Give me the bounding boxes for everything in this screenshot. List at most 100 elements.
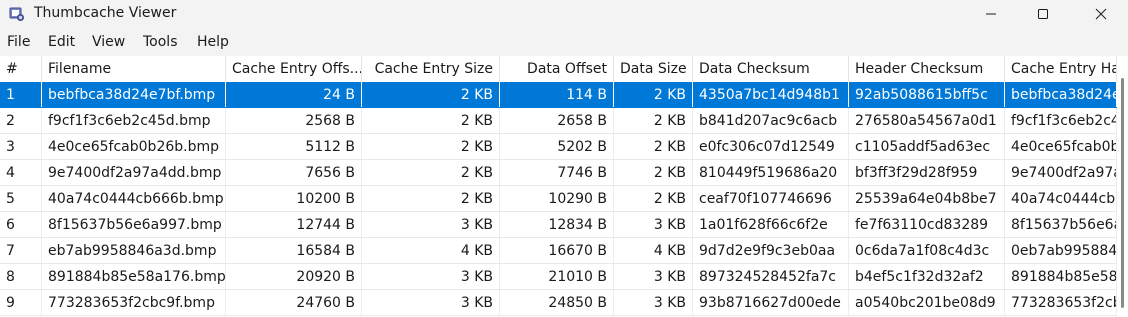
cell-filename: 8f15637b56e6a997.bmp (42, 212, 226, 237)
table-row[interactable]: 3 4e0ce65fcab0b26b.bmp 5112 B2 KB 5202 B2 K… (0, 134, 1117, 160)
cell-data-checksum: b841d207ac9c6acb (693, 108, 849, 133)
table-row[interactable]: 8 891884b85e58a176.bmp 20920 B3 KB 21010 B3… (0, 264, 1117, 290)
cell-cache-entry-size: 2 KB (362, 134, 500, 159)
header-col-index[interactable]: # (0, 56, 42, 82)
table-row[interactable]: 5 40a74c0444cb666b.bmp 10200 B2 KB 10290 B2… (0, 186, 1117, 212)
cell-index: 3 (0, 134, 42, 159)
cell-cache-entry-offset: 16584 B (226, 238, 362, 263)
menu-edit[interactable]: Edit (48, 34, 75, 50)
header-col-cache-entry-offset[interactable]: Cache Entry Offs... (226, 56, 362, 82)
menu-tools[interactable]: Tools (143, 34, 178, 50)
cell-data-checksum: 93b8716627d00ede (693, 290, 849, 315)
cell-header-checksum: a0540bc201be08d9 (849, 290, 1005, 315)
cell-data-checksum: 1a01f628f66c6f2e (693, 212, 849, 237)
table-header: # Filename Cache Entry Offs... Cache Entry … (0, 56, 1117, 83)
cell-cache-entry-hash: f9cf1f3c6eb2c4 (1005, 108, 1117, 133)
table-row[interactable]: 2 f9cf1f3c6eb2c45d.bmp 2568 B2 KB 2658 B2 K… (0, 108, 1117, 134)
minimize-icon (986, 13, 996, 15)
menu-view[interactable]: View (92, 34, 125, 50)
cell-cache-entry-hash: 40a74c0444cb6 (1005, 186, 1117, 211)
cell-data-checksum: ceaf70f107746696 (693, 186, 849, 211)
cell-index: 5 (0, 186, 42, 211)
cell-header-checksum: bf3ff3f29d28f959 (849, 160, 1005, 185)
scrollbar-thumb[interactable] (1121, 78, 1124, 308)
cell-data-offset: 24850 B (500, 290, 614, 315)
header-col-cache-entry-size[interactable]: Cache Entry Size (362, 56, 500, 82)
cell-data-offset: 7746 B (500, 160, 614, 185)
cell-header-checksum: 92ab5088615bff5c (849, 82, 1005, 107)
maximize-button[interactable] (1020, 0, 1066, 28)
menu-bar: File Edit View Tools Help (0, 28, 1128, 56)
cell-data-offset: 16670 B (500, 238, 614, 263)
menu-file[interactable]: File (7, 34, 30, 50)
cell-cache-entry-offset: 2568 B (226, 108, 362, 133)
cell-header-checksum: 25539a64e04b8be7 (849, 186, 1005, 211)
cell-data-offset: 5202 B (500, 134, 614, 159)
cell-index: 2 (0, 108, 42, 133)
cell-data-size: 3 KB (614, 290, 693, 315)
table-row[interactable]: 4 9e7400df2a97a4dd.bmp 7656 B2 KB 7746 B2 K… (0, 160, 1117, 186)
vertical-scrollbar[interactable] (1117, 56, 1128, 317)
close-button[interactable] (1078, 0, 1124, 28)
cell-filename: eb7ab9958846a3d.bmp (42, 238, 226, 263)
close-icon (1095, 8, 1107, 20)
cell-header-checksum: 0c6da7a1f08c4d3c (849, 238, 1005, 263)
maximize-icon (1038, 9, 1048, 19)
cell-cache-entry-size: 4 KB (362, 238, 500, 263)
cell-cache-entry-size: 3 KB (362, 264, 500, 289)
cell-data-size: 4 KB (614, 238, 693, 263)
cell-cache-entry-size: 2 KB (362, 186, 500, 211)
title-bar: Thumbcache Viewer (0, 0, 1128, 28)
cell-data-size: 2 KB (614, 134, 693, 159)
cell-data-size: 3 KB (614, 212, 693, 237)
cell-data-offset: 21010 B (500, 264, 614, 289)
table-row[interactable]: 7 eb7ab9958846a3d.bmp 16584 B4 KB 16670 B4 … (0, 238, 1117, 264)
header-col-data-size[interactable]: Data Size (614, 56, 693, 82)
cell-cache-entry-hash: 8f15637b56e6a (1005, 212, 1117, 237)
cell-header-checksum: 276580a54567a0d1 (849, 108, 1005, 133)
cell-data-checksum: 810449f519686a20 (693, 160, 849, 185)
cell-cache-entry-hash: bebfbca38d24e (1005, 82, 1117, 107)
cell-filename: 773283653f2cbc9f.bmp (42, 290, 226, 315)
cell-index: 9 (0, 290, 42, 315)
cell-index: 8 (0, 264, 42, 289)
cell-cache-entry-offset: 24 B (226, 82, 362, 107)
cell-header-checksum: c1105addf5ad63ec (849, 134, 1005, 159)
menu-help[interactable]: Help (197, 34, 229, 50)
header-col-filename[interactable]: Filename (42, 56, 226, 82)
cell-filename: f9cf1f3c6eb2c45d.bmp (42, 108, 226, 133)
cell-cache-entry-hash: 891884b85e58a (1005, 264, 1117, 289)
table-row[interactable]: 9 773283653f2cbc9f.bmp 24760 B3 KB 24850 B3… (0, 290, 1117, 316)
cell-filename: 891884b85e58a176.bmp (42, 264, 226, 289)
cell-cache-entry-offset: 20920 B (226, 264, 362, 289)
cell-cache-entry-size: 3 KB (362, 290, 500, 315)
cell-index: 6 (0, 212, 42, 237)
cell-data-size: 2 KB (614, 82, 693, 107)
cell-cache-entry-size: 3 KB (362, 212, 500, 237)
cell-data-offset: 10290 B (500, 186, 614, 211)
cell-filename: 40a74c0444cb666b.bmp (42, 186, 226, 211)
table-row[interactable]: 1 bebfbca38d24e7bf.bmp 24 B2 KB 114 B2 KB 43… (0, 82, 1117, 108)
header-col-cache-entry-hash[interactable]: Cache Entry Ha (1005, 56, 1117, 82)
cell-cache-entry-offset: 7656 B (226, 160, 362, 185)
header-col-data-offset[interactable]: Data Offset (500, 56, 614, 82)
cell-cache-entry-size: 2 KB (362, 160, 500, 185)
cell-filename: 4e0ce65fcab0b26b.bmp (42, 134, 226, 159)
table-row[interactable]: 6 8f15637b56e6a997.bmp 12744 B3 KB 12834 B3… (0, 212, 1117, 238)
window-title: Thumbcache Viewer (34, 5, 177, 21)
header-col-header-checksum[interactable]: Header Checksum (849, 56, 1005, 82)
cell-data-size: 2 KB (614, 186, 693, 211)
thumbcache-app-icon (9, 7, 24, 21)
cell-cache-entry-size: 2 KB (362, 82, 500, 107)
header-col-data-checksum[interactable]: Data Checksum (693, 56, 849, 82)
thumbcache-entries-table: # Filename Cache Entry Offs... Cache Entry … (0, 56, 1117, 317)
cell-header-checksum: fe7f63110cd83289 (849, 212, 1005, 237)
cell-data-size: 3 KB (614, 264, 693, 289)
cell-cache-entry-size: 2 KB (362, 108, 500, 133)
cell-cache-entry-hash: 773283653f2cb (1005, 290, 1117, 315)
cell-filename: bebfbca38d24e7bf.bmp (42, 82, 226, 107)
cell-data-offset: 114 B (500, 82, 614, 107)
cell-cache-entry-hash: 9e7400df2a97a (1005, 160, 1117, 185)
minimize-button[interactable] (968, 0, 1014, 28)
cell-header-checksum: b4ef5c1f32d32af2 (849, 264, 1005, 289)
